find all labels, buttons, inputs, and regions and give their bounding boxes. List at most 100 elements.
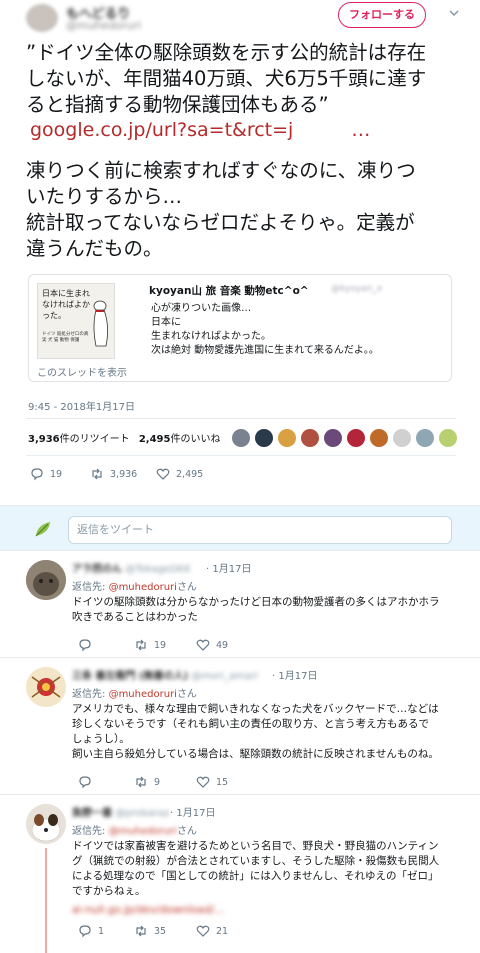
cat-photo-icon [26,560,66,600]
tweet-line: ると指摘する動物保護団体もある” [26,93,329,116]
like-button[interactable]: 15 [196,775,228,789]
liker-avatar[interactable] [439,429,457,447]
liker-avatar[interactable] [301,429,319,447]
liker-avatar[interactable] [232,429,250,447]
reply-icon [79,776,91,789]
follow-button[interactable]: フォローする [338,2,426,28]
tweet-link-url[interactable]: google.co.jp/url?sa=t&rct=j [30,119,293,141]
reply-date[interactable]: · 1月17日 [206,560,251,575]
reply-date[interactable]: · 1月17日 [170,804,215,819]
tweet-stats: 3,936件のリツイート 2,495件のいいね [28,430,220,445]
reply-tweet[interactable]: 三条 善左衛門 (無善の人) @mori_amari · 1月17日 返信先: … [0,659,480,795]
retweet-stat-label: 件のリツイート [59,434,130,445]
thumbnail-title: 日本に生まれなければよかった。 [42,289,90,320]
quoted-author-name[interactable]: kyoyan山 旅 音楽 動物etc^o^ [149,283,309,298]
reply-date-text: 1月17日 [212,564,252,575]
reply-avatar[interactable] [26,560,66,600]
reply-line: しょうし）。 [72,733,130,745]
tweet-header: もへどるり @muhedoruri フォローする [0,0,480,36]
dog-photo-icon [26,804,66,844]
like-button[interactable]: 21 [196,924,228,938]
author-avatar[interactable] [26,4,58,32]
reply-like-count: 21 [216,925,229,937]
reply-to-handle[interactable]: @muhedoruri [109,582,177,593]
reply-to-prefix: 返信先: [72,826,106,837]
reply-line: アメリカでも、様々な理由で飼いきれなくなった犬をバックヤードで…などは [72,703,439,715]
retweet-button[interactable]: 35 [134,924,166,938]
tweet-line: ”ドイツ全体の駆除頭数を示す公的統計は存在 [26,41,427,64]
reply-count: 19 [50,468,63,480]
quoted-line: 日本に [151,317,181,328]
reply-author-name: アラ然のん [72,564,122,575]
liker-avatar[interactable] [278,429,296,447]
leaf-avatar-icon [35,522,50,537]
like-action-count: 2,495 [176,468,204,480]
reply-to: 返信先: @muhedoruriさん [72,685,197,700]
liker-avatar[interactable] [324,429,342,447]
reply-author-name: 三条 善左衛門 (無善の人) [72,671,189,682]
author-handle[interactable]: @muhedoruri [66,19,141,32]
reply-line: ドイツの駆除頭数は分からなかったけど日本の動物愛護者の多くはアホかホラ [72,596,440,608]
liker-avatar[interactable] [347,429,365,447]
reply-author[interactable]: 負野一番 @probaraz [72,804,170,819]
reply-button[interactable]: 19 [30,467,62,481]
reply-date-text: 1月17日 [176,808,216,819]
retweet-button[interactable]: 3,936 [90,467,137,481]
reply-tweet[interactable]: アラ然のん @TokageDKK · 1月17日 返信先: @muhedorur… [0,552,480,658]
reply-button[interactable]: 1 [78,924,104,938]
reply-actions: 19 49 [78,638,378,652]
reply-icon [31,468,43,481]
tweet-link-ellipsis: … [351,119,371,141]
reply-to-handle[interactable]: @muhedoruri [109,689,177,700]
reply-like-count: 49 [216,639,229,651]
reply-avatar[interactable] [26,804,66,844]
quoted-author-handle[interactable]: @kyoyan_o [331,284,382,294]
tweet-timestamp[interactable]: 9:45 - 2018年1月17日 [28,398,135,413]
liker-avatar[interactable] [416,429,434,447]
like-count: 2,495 [138,434,171,445]
reply-author-handle: @mori_amari [191,671,258,682]
liker-avatar[interactable] [393,429,411,447]
reply-to: 返信先: @muhedoruriさん [72,822,197,837]
reply-to-handle[interactable]: @muhedoruri [109,826,177,837]
reply-input[interactable]: 返信をツイート [68,516,452,544]
reply-author-handle: @probaraz [115,808,170,819]
quoted-thumbnail[interactable]: 日本に生まれなければよかった。 ドイツ 殺処分ゼロの真実 犬 猫 動物 保護 [37,283,115,359]
reply-retweet-count: 35 [154,925,167,937]
chevron-down-icon[interactable] [449,8,459,18]
liker-avatar[interactable] [255,429,273,447]
reply-actions: 9 15 [78,775,378,789]
tweet-line: 統計取ってないならゼロだよそりゃ。定義が [26,211,415,234]
like-button[interactable]: 2,495 [156,467,203,481]
heart-icon [196,925,210,937]
like-button[interactable]: 49 [196,638,228,652]
liker-avatar[interactable] [370,429,388,447]
like-stat-label: 件のいいね [170,434,221,445]
reply-link[interactable]: ai-null.go.jp/dev/download/... [72,903,472,918]
reply-to: 返信先: @muhedoruriさん [72,578,197,593]
show-thread-link[interactable]: このスレッドを表示 [37,364,127,379]
tweet-line: 違うんだもの。 [26,237,163,260]
retweet-button[interactable]: 9 [134,775,160,789]
like-stat[interactable]: 2,495件のいいね [139,434,221,445]
reply-tweet[interactable]: 負野一番 @probaraz · 1月17日 返信先: @muhedoruriさ… [0,796,480,953]
retweet-icon [92,468,102,480]
quoted-line: 心が凍りついた画像… [151,303,252,314]
reply-retweet-count: 9 [154,776,161,788]
retweet-button[interactable]: 19 [134,638,166,652]
reply-author[interactable]: アラ然のん @TokageDKK [72,560,191,575]
reply-to-suffix: さん [176,689,197,700]
tweet-line: 凍りつく前に検索すればすぐなのに、凍りつ [26,159,416,182]
reply-button[interactable] [78,638,98,652]
reply-date[interactable]: · 1月17日 [272,667,317,682]
reply-avatar[interactable] [26,667,66,707]
reply-line: 珍しくないそうです（それも飼い主の責任の取り方、と言う考え方もあるで [72,718,429,730]
ornament-avatar-icon [26,667,66,707]
tweet-link[interactable]: google.co.jp/url?sa=t&rct=j … [30,119,370,141]
tweet-quote-text: ”ドイツ全体の駆除頭数を示す公的統計は存在 しないが、年間猫40万頭、犬6万5千… [26,40,476,118]
quoted-tweet-card[interactable]: 日本に生まれなければよかった。 ドイツ 殺処分ゼロの真実 犬 猫 動物 保護 k… [28,274,452,382]
reply-line: による処理なので「国としての統計」には入りませんし、それゆえの「ゼロ」 [72,870,439,882]
reply-author[interactable]: 三条 善左衛門 (無善の人) @mori_amari [72,667,258,682]
reply-button[interactable] [78,775,98,789]
retweet-stat[interactable]: 3,936件のリツイート [28,434,130,445]
